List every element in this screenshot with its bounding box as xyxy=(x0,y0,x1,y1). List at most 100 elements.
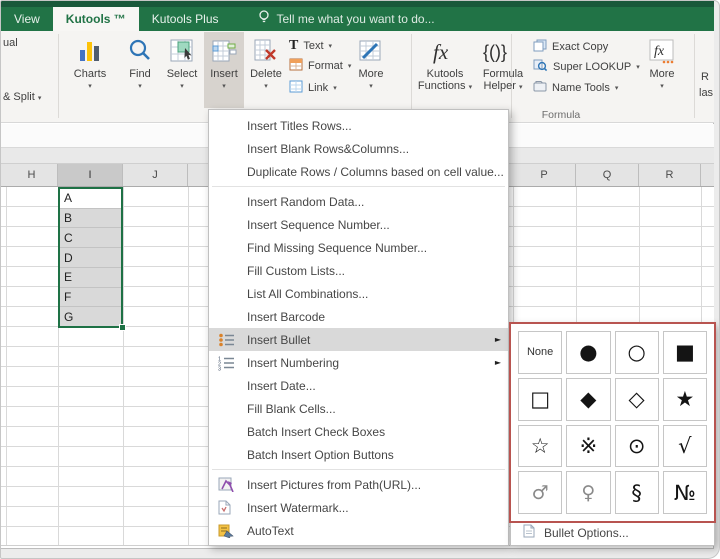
tab-kutools-plus[interactable]: Kutools Plus xyxy=(139,7,232,31)
bullet-option-symbol-13[interactable]: ♀ xyxy=(566,471,611,514)
menu-item-find-missing-sequence-number[interactable]: Find Missing Sequence Number... xyxy=(209,236,508,259)
cell-value-e[interactable]: E xyxy=(60,267,121,288)
dropdown-arrow-icon: ▾ xyxy=(468,83,473,91)
fill-handle[interactable] xyxy=(119,324,126,331)
text-button[interactable]: T Text ▾ xyxy=(289,39,332,53)
super-lookup-button[interactable]: Super LOOKUP ▾ xyxy=(533,58,640,75)
tell-me-label: Tell me what you want to do... xyxy=(276,12,435,26)
find-button[interactable]: Find ▾ xyxy=(120,32,160,108)
numbered-list-icon: 123 xyxy=(218,354,238,371)
more-left-button[interactable]: More ▾ xyxy=(349,32,393,108)
menu-item-insert-sequence-number[interactable]: Insert Sequence Number... xyxy=(209,213,508,236)
select-button[interactable]: Select ▾ xyxy=(160,32,204,108)
menu-item-insert-date[interactable]: Insert Date... xyxy=(209,374,508,397)
column-header-h[interactable]: H xyxy=(6,164,58,186)
bullet-option-symbol-10[interactable]: ⊙ xyxy=(614,424,659,468)
name-tools-button[interactable]: Name Tools ▾ xyxy=(533,80,618,96)
menu-item-insert-pictures-from-path-url[interactable]: Insert Pictures from Path(URL)... xyxy=(209,473,508,496)
format-button[interactable]: Format ▾ xyxy=(289,58,351,74)
ribbon-fragment-right-top: R xyxy=(701,71,709,83)
cell-value-g[interactable]: G xyxy=(60,307,121,327)
formula-helper-button[interactable]: {()} Formula Helper ▾ xyxy=(475,32,531,108)
menu-item-duplicate-rows-columns-based-on-cell-value[interactable]: Duplicate Rows / Columns based on cell v… xyxy=(209,160,508,183)
menu-item-insert-random-data[interactable]: Insert Random Data... xyxy=(209,190,508,213)
bullet-options-button[interactable]: Bullet Options... xyxy=(511,520,714,545)
bullet-option-symbol-7[interactable]: ★ xyxy=(662,377,707,421)
menu-item-insert-barcode[interactable]: Insert Barcode xyxy=(209,305,508,328)
fx-icon: fx xyxy=(428,36,462,66)
more-right-button[interactable]: fx More ▾ xyxy=(639,32,685,108)
bar-chart-icon xyxy=(77,36,103,66)
bullet-option-symbol-6[interactable]: ◇ xyxy=(614,377,659,421)
menu-item-autotext[interactable]: AutoText xyxy=(209,519,508,542)
bullet-grid: None ● ○ ■ □ ◆ ◇ ★ ☆ ※ ⊙ √ ♂ ♀ § № xyxy=(511,324,714,521)
ribbon-fragment-left-top: ual xyxy=(3,37,18,49)
bullet-option-symbol-4[interactable]: □ xyxy=(518,377,563,421)
bullet-option-symbol-8[interactable]: ☆ xyxy=(518,424,563,468)
menu-item-batch-insert-option-buttons[interactable]: Batch Insert Option Buttons xyxy=(209,443,508,466)
charts-button[interactable]: Charts ▾ xyxy=(67,32,113,108)
menu-separator xyxy=(212,186,505,187)
menu-item-batch-insert-check-boxes[interactable]: Batch Insert Check Boxes xyxy=(209,420,508,443)
link-table-icon xyxy=(289,80,303,96)
bullet-option-symbol-9[interactable]: ※ xyxy=(566,424,611,468)
bullet-option-symbol-15[interactable]: № xyxy=(662,471,707,514)
dropdown-arrow-icon: ▾ xyxy=(518,83,523,91)
bullet-option-symbol-2[interactable]: ○ xyxy=(614,331,659,374)
tab-kutools[interactable]: Kutools ™ xyxy=(52,7,139,31)
cell-value-f[interactable]: F xyxy=(60,287,121,308)
menu-item-list-all-combinations[interactable]: List All Combinations... xyxy=(209,282,508,305)
lookup-magnifier-icon xyxy=(533,58,548,75)
bullet-option-symbol-1[interactable]: ● xyxy=(566,331,611,374)
column-header-j[interactable]: J xyxy=(123,164,188,186)
column-header-q[interactable]: Q xyxy=(576,164,639,186)
svg-text:3: 3 xyxy=(218,366,221,371)
selected-range[interactable]: ABCDEFG xyxy=(58,187,123,328)
menu-item-insert-titles-rows[interactable]: Insert Titles Rows... xyxy=(209,114,508,137)
dropdown-arrow-icon: ▾ xyxy=(660,82,664,90)
insert-button[interactable]: Insert ▾ xyxy=(204,32,244,108)
submenu-arrow-icon: ► xyxy=(494,335,501,344)
screenshot-frame: View Kutools ™ Kutools Plus Tell me what y… xyxy=(0,0,720,559)
svg-text:fx: fx xyxy=(654,44,665,59)
ribbon-separator xyxy=(411,34,412,118)
cell-value-c[interactable]: C xyxy=(60,228,121,249)
ribbon-separator xyxy=(694,34,695,118)
tell-me-search[interactable]: Tell me what you want to do... xyxy=(258,7,435,31)
bullet-submenu: None ● ○ ■ □ ◆ ◇ ★ ☆ ※ ⊙ √ ♂ ♀ § № Bullet Options... xyxy=(509,322,716,546)
bullet-option-symbol-5[interactable]: ◆ xyxy=(566,377,611,421)
bullet-option-symbol-11[interactable]: √ xyxy=(662,424,707,468)
menu-separator xyxy=(212,469,505,470)
menu-item-insert-watermark[interactable]: Insert Watermark... xyxy=(209,496,508,519)
dropdown-arrow-icon: ▾ xyxy=(88,82,92,90)
bullet-option-symbol-12[interactable]: ♂ xyxy=(518,471,563,514)
fx-more-icon: fx xyxy=(647,36,677,66)
select-cells-icon xyxy=(169,36,195,66)
bullet-option-none[interactable]: None xyxy=(518,331,563,374)
delete-button[interactable]: Delete ▾ xyxy=(244,32,288,108)
dropdown-arrow-icon: ▾ xyxy=(180,82,184,90)
kutools-functions-button[interactable]: fx Kutools Functions ▾ xyxy=(415,32,475,108)
exact-copy-button[interactable]: Exact Copy xyxy=(533,39,608,55)
menu-item-insert-numbering[interactable]: 1 2 3 Insert Numbering ► xyxy=(209,351,508,374)
cell-value-b[interactable]: B xyxy=(60,208,121,229)
ribbon-fragment-split[interactable]: & Split ▾ xyxy=(3,91,41,103)
menu-item-insert-bullet[interactable]: Insert Bullet ► xyxy=(209,328,508,351)
column-header-p[interactable]: P xyxy=(513,164,576,186)
bullet-list-icon xyxy=(218,331,238,348)
bullet-options-icon xyxy=(523,524,535,541)
column-header-r[interactable]: R xyxy=(639,164,701,186)
braces-icon: {()} xyxy=(481,36,525,66)
tab-view[interactable]: View xyxy=(1,7,53,31)
column-header-i[interactable]: I xyxy=(58,164,123,186)
insert-menu-items: Insert Titles Rows... Insert Blank Rows&C… xyxy=(209,114,508,542)
cell-value-a[interactable]: A xyxy=(60,189,121,209)
bullet-option-symbol-14[interactable]: § xyxy=(614,471,659,514)
link-button[interactable]: Link ▾ xyxy=(289,80,337,96)
menu-item-insert-blank-rows-columns[interactable]: Insert Blank Rows&Columns... xyxy=(209,137,508,160)
cell-value-d[interactable]: D xyxy=(60,248,121,268)
menu-item-fill-blank-cells[interactable]: Fill Blank Cells... xyxy=(209,397,508,420)
menu-item-fill-custom-lists[interactable]: Fill Custom Lists... xyxy=(209,259,508,282)
chart-pencil-icon xyxy=(358,36,384,66)
bullet-option-symbol-3[interactable]: ■ xyxy=(662,331,707,374)
